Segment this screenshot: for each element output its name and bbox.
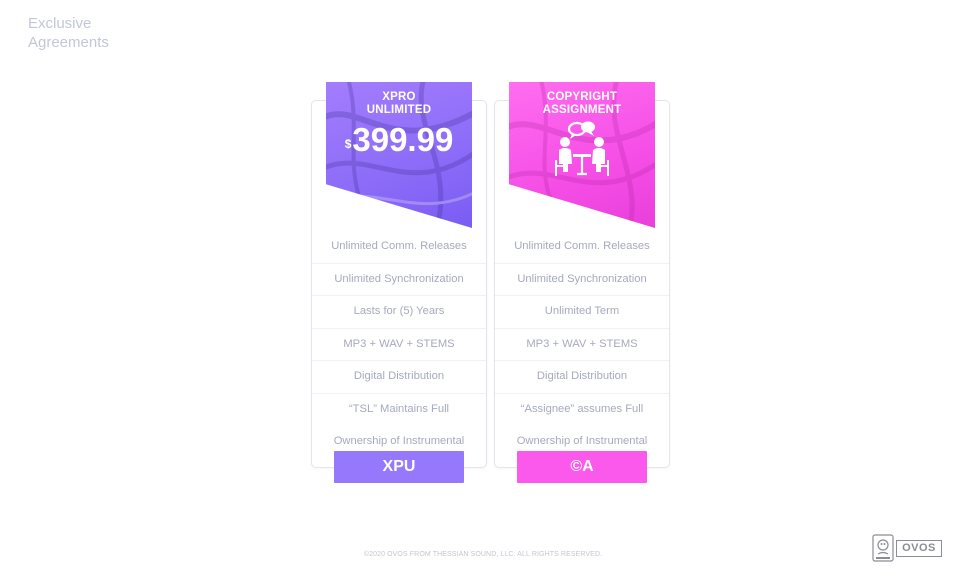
feature-item: Lasts for (5) Years <box>312 296 486 329</box>
feature-item: MP3 + WAV + STEMS <box>495 329 669 362</box>
feature-item: MP3 + WAV + STEMS <box>312 329 486 362</box>
feature-list: Unlimited Comm. Releases Unlimited Synch… <box>495 231 669 457</box>
xpu-button[interactable]: XPU <box>334 451 464 483</box>
plan-card-copyright-assignment: COPYRIGHT ASSIGNMENT Unlimited Comm. Rel… <box>494 82 670 483</box>
plan-banner: XPRO UNLIMITED $399.99 <box>326 82 472 228</box>
feature-item: Digital Distribution <box>312 361 486 394</box>
price-currency: $ <box>344 137 352 151</box>
feature-list: Unlimited Comm. Releases Unlimited Synch… <box>312 231 486 457</box>
feature-item: Unlimited Synchronization <box>312 264 486 297</box>
ovos-badge-icon <box>872 534 894 562</box>
feature-item: Unlimited Term <box>495 296 669 329</box>
plan-price: $399.99 <box>326 122 472 158</box>
plan-card-xpro-unlimited: XPRO UNLIMITED $399.99 Unlimited Comm. R… <box>311 82 487 483</box>
ovos-logo[interactable]: OVOS <box>896 540 942 557</box>
copyright-assignment-button[interactable]: ©A <box>517 451 647 483</box>
feature-item: “TSL” Maintains Full <box>348 402 450 415</box>
feature-item: Unlimited Synchronization <box>495 264 669 297</box>
feature-item: Digital Distribution <box>495 361 669 394</box>
page-title: Exclusive Agreements <box>28 15 109 51</box>
plan-banner: COPYRIGHT ASSIGNMENT <box>509 82 655 228</box>
feature-item: Unlimited Comm. Releases <box>495 231 669 264</box>
meeting-icon <box>555 121 609 176</box>
plan-title: XPRO UNLIMITED <box>366 91 432 116</box>
plan-title: COPYRIGHT ASSIGNMENT <box>542 91 622 116</box>
price-value: 399.99 <box>352 121 454 158</box>
feature-item: “Assignee” assumes Full <box>520 402 644 415</box>
footer-copyright: ©2020 OVOS FROM THESSIAN SOUND, LLC. ALL… <box>363 551 603 558</box>
feature-item: Unlimited Comm. Releases <box>312 231 486 264</box>
